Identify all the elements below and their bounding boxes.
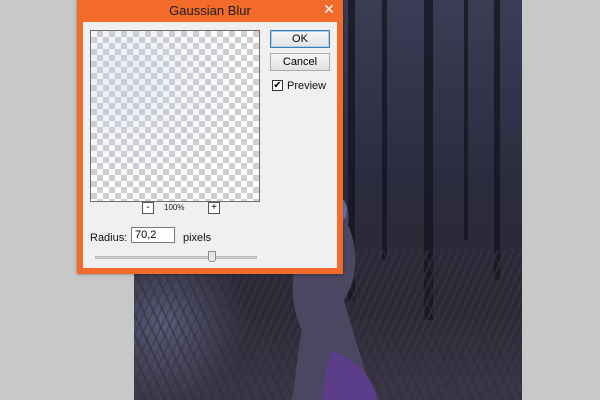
preview-label[interactable]: Preview [287,80,326,92]
radius-input[interactable] [131,227,175,243]
cancel-button[interactable]: Cancel [270,53,330,71]
minus-icon[interactable]: - [142,202,154,214]
dialog-body: - 100% + Radius: pixels OK Cancel ✔ Prev… [83,22,337,268]
units-label: pixels [183,232,212,244]
radius-slider-thumb[interactable] [207,251,216,262]
dialog-title: Gaussian Blur [169,3,251,18]
preview-thumbnail[interactable] [90,30,260,202]
ok-button[interactable]: OK [270,30,330,48]
zoom-level: 100% [164,203,185,212]
radius-label: Radius: [90,232,128,244]
checkmark-icon[interactable]: ✔ [272,80,283,91]
plus-icon[interactable]: + [208,202,220,214]
close-icon[interactable]: ✕ [319,0,339,18]
tree-trunk [464,0,468,240]
tree-trunk [494,0,500,280]
gaussian-blur-dialog: Gaussian Blur ✕ - 100% + Radius: pixels … [77,0,343,274]
radius-slider-track[interactable] [95,256,257,259]
dialog-title-bar[interactable]: Gaussian Blur ✕ [77,0,343,22]
